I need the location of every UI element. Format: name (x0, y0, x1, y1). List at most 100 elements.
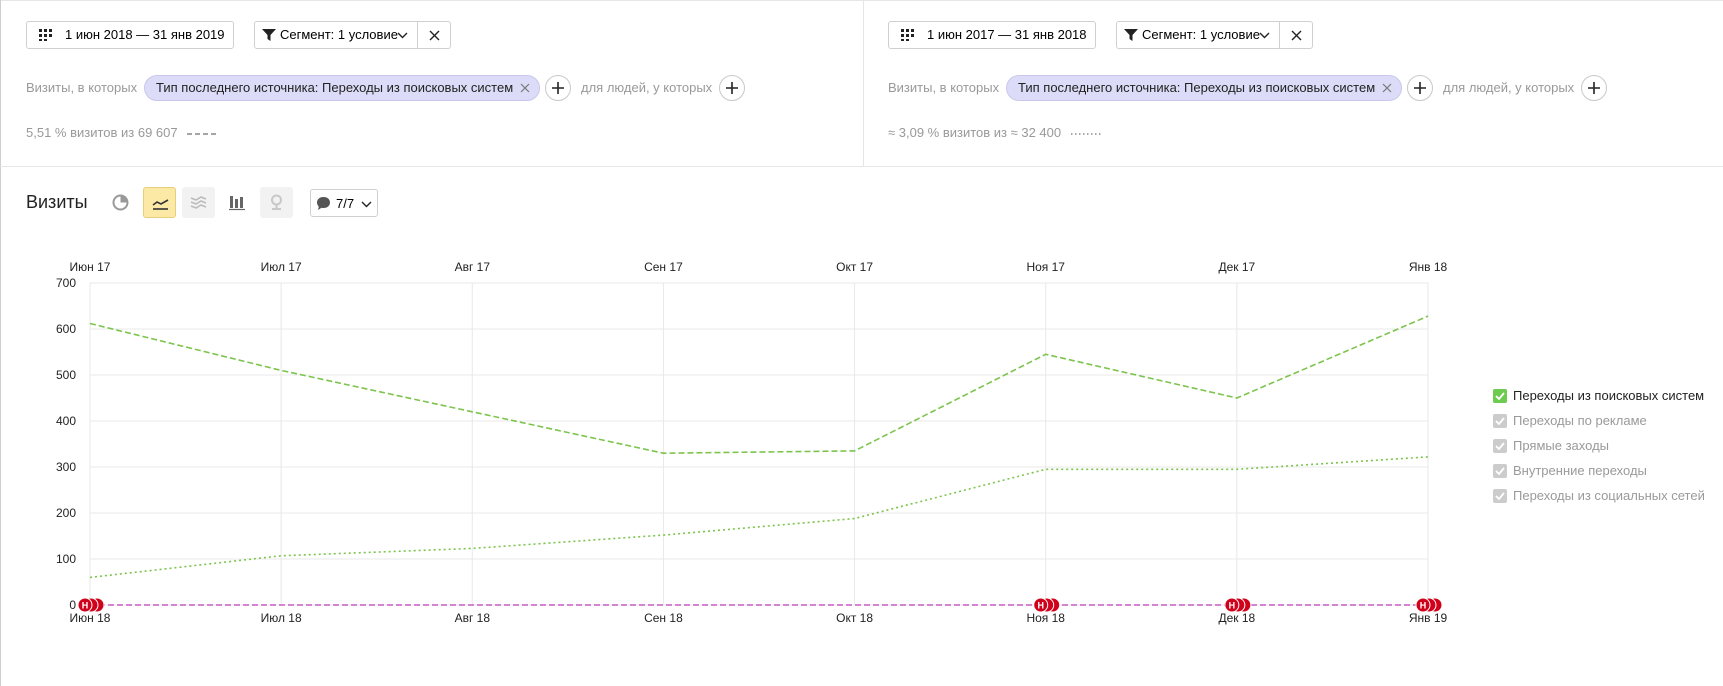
x-tick-label-top: Сен 17 (644, 260, 683, 274)
x-tick-label-bottom: Авг 18 (455, 611, 491, 625)
legend-label: Переходы из поисковых систем (1513, 388, 1705, 403)
plus-icon (1414, 82, 1426, 94)
comment-icon (317, 197, 330, 210)
segment-dropdown[interactable]: Сегмент: 1 условие (254, 21, 418, 49)
x-tick-label-bottom: Сен 18 (644, 611, 683, 625)
notes-dropdown[interactable]: 7/7 (310, 189, 378, 217)
condition-tag-label: Тип последнего источника: Переходы из по… (1018, 80, 1376, 95)
visits-line-chart: 0 100 200 300 400 500 600 700 Июн 17 Июл 17 Авг 1… (56, 260, 1448, 625)
condition-row: Визиты, в которых Тип последнего источни… (26, 74, 826, 102)
calendar-icon (39, 29, 52, 41)
segment-panel-comparison: 1 июн 2017 — 31 янв 2018 Сегмент: 1 усло… (862, 0, 1723, 166)
series-line-search-2018 (89, 315, 1429, 455)
date-range-text: 1 июн 2018 — 31 янв 2019 (65, 27, 225, 42)
close-icon (429, 30, 440, 41)
x-axis-bottom-labels: Июн 18 Июл 18 Авг 18 Сен 18 Окт 18 Ноя 18 Дек … (70, 611, 1448, 625)
funnel-icon (262, 29, 276, 41)
add-visit-condition-button[interactable] (1407, 75, 1433, 101)
bar-chart-icon (229, 196, 245, 211)
pie-chart-icon (112, 194, 129, 211)
area-chart-icon (190, 196, 207, 209)
chart-grid (89, 282, 1429, 606)
checkbox-checked-icon (1493, 389, 1507, 403)
line-chart-icon (152, 199, 169, 210)
note-marker-label: Н (1037, 601, 1044, 611)
notes-count: 7/7 (336, 196, 355, 211)
legend-label: Переходы по рекламе (1513, 413, 1647, 428)
remove-condition-icon[interactable] (1382, 83, 1392, 93)
bar-chart-button[interactable] (221, 187, 254, 218)
segment-clear-button[interactable] (1279, 21, 1313, 49)
y-tick-label: 400 (56, 414, 76, 428)
visits-prefix: Визиты, в которых (888, 80, 1000, 95)
note-marker: Н (77, 597, 105, 613)
condition-tag[interactable]: Тип последнего источника: Переходы из по… (144, 75, 541, 101)
date-range-button[interactable]: 1 июн 2017 — 31 янв 2018 (888, 21, 1096, 49)
x-tick-label-bottom: Янв 19 (1409, 611, 1448, 625)
x-tick-label-bottom: Окт 18 (836, 611, 873, 625)
x-axis-top-labels: Июн 17 Июл 17 Авг 17 Сен 17 Окт 17 Ноя 17 Дек … (70, 260, 1448, 274)
x-tick-label-top: Авг 17 (455, 260, 491, 274)
note-marker: Н (1415, 597, 1443, 613)
condition-tag[interactable]: Тип последнего источника: Переходы из по… (1006, 75, 1403, 101)
segment-share: ≈ 3,09 % визитов из ≈ 32 400 (888, 125, 1103, 140)
area-chart-button[interactable] (182, 187, 215, 218)
checkbox-checked-icon (1493, 464, 1507, 478)
visits-prefix: Визиты, в которых (26, 80, 138, 95)
map-button[interactable] (260, 187, 293, 218)
plus-icon (1588, 82, 1600, 94)
checkbox-checked-icon (1493, 439, 1507, 453)
pie-chart-button[interactable] (104, 187, 137, 218)
add-people-condition-button[interactable] (719, 75, 745, 101)
dotted-line-icon (1070, 132, 1103, 135)
chevron-down-icon (1259, 32, 1270, 39)
note-marker-label: Н (1229, 601, 1236, 611)
checkbox-checked-icon (1493, 414, 1507, 428)
segment-clear-button[interactable] (417, 21, 451, 49)
chevron-down-icon (397, 32, 408, 39)
report-title: Визиты (26, 192, 88, 212)
segment-share: 5,51 % визитов из 69 607 (26, 125, 220, 140)
y-tick-label: 200 (56, 506, 76, 520)
condition-tag-label: Тип последнего источника: Переходы из по… (156, 80, 514, 95)
date-range-text: 1 июн 2017 — 31 янв 2018 (927, 27, 1087, 42)
close-icon (1291, 30, 1302, 41)
plus-icon (552, 82, 564, 94)
funnel-icon (1124, 29, 1138, 41)
dashed-line-icon (187, 132, 220, 135)
plus-icon (726, 82, 738, 94)
checkbox-checked-icon (1493, 489, 1507, 503)
x-tick-label-bottom: Июл 18 (261, 611, 302, 625)
legend-label: Внутренние переходы (1513, 463, 1647, 478)
note-marker-label: Н (1420, 601, 1427, 611)
x-tick-label-top: Ноя 17 (1026, 260, 1065, 274)
segment-label: Сегмент: 1 условие (280, 27, 398, 42)
calendar-icon (901, 29, 914, 41)
segment-label: Сегмент: 1 условие (1142, 27, 1260, 42)
segment-panels: 1 июн 2018 — 31 янв 2019 Сегмент: 1 усло… (0, 0, 1723, 167)
chevron-down-icon (361, 201, 372, 208)
y-tick-label: 600 (56, 322, 76, 336)
x-tick-label-bottom: Июн 18 (70, 611, 111, 625)
legend-label: Прямые заходы (1513, 438, 1610, 453)
segment-panel-current: 1 июн 2018 — 31 янв 2019 Сегмент: 1 усло… (0, 0, 863, 166)
remove-condition-icon[interactable] (520, 83, 530, 93)
segment-share-text: ≈ 3,09 % визитов из ≈ 32 400 (888, 125, 1062, 140)
add-visit-condition-button[interactable] (545, 75, 571, 101)
y-axis-labels: 0 100 200 300 400 500 600 700 (56, 276, 76, 612)
segment-dropdown[interactable]: Сегмент: 1 условие (1116, 21, 1280, 49)
people-prefix: для людей, у которых (1443, 80, 1575, 95)
x-tick-label-top: Дек 17 (1218, 260, 1255, 274)
line-chart-button[interactable] (143, 187, 176, 218)
chart-series (89, 315, 1429, 606)
legend-label: Переходы из социальных сетей (1513, 488, 1705, 503)
note-marker: Н (1033, 597, 1061, 613)
add-people-condition-button[interactable] (1581, 75, 1607, 101)
y-tick-label: 0 (69, 598, 76, 612)
x-tick-label-bottom: Ноя 18 (1026, 611, 1065, 625)
note-marker-label: Н (82, 601, 89, 611)
x-tick-label-top: Июн 17 (70, 260, 111, 274)
people-prefix: для людей, у которых (581, 80, 713, 95)
date-range-button[interactable]: 1 июн 2018 — 31 янв 2019 (26, 21, 234, 49)
y-tick-label: 300 (56, 460, 76, 474)
